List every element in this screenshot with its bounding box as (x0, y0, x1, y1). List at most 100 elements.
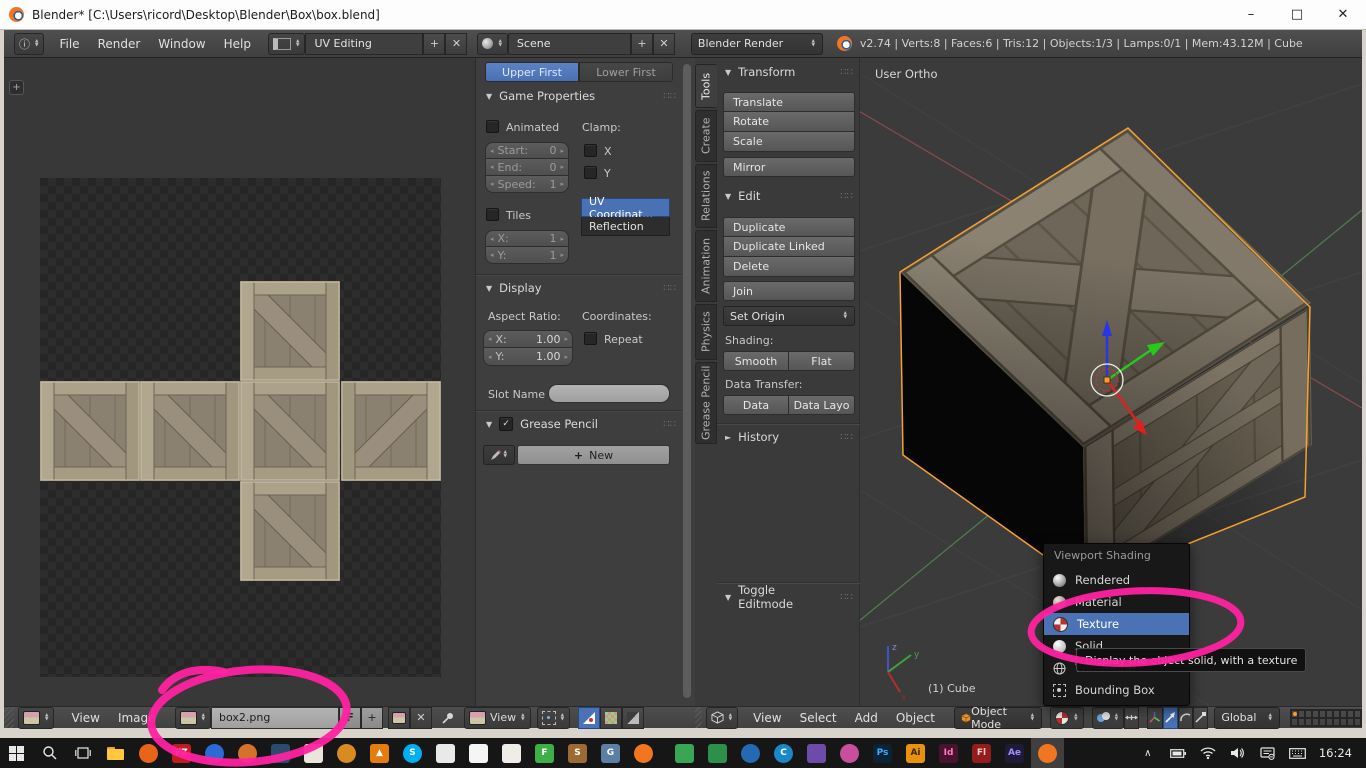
window-type-dropdown[interactable]: ⓘ ▲▼ (14, 33, 44, 55)
taskbar-app-icon[interactable] (429, 738, 462, 768)
fake-user-button[interactable]: F (339, 707, 361, 729)
search-button[interactable] (33, 738, 66, 768)
taskbar-app-icon[interactable]: F (528, 738, 561, 768)
set-origin-dropdown[interactable]: Set Origin ▲▼ (723, 306, 855, 326)
join-button[interactable]: Join (723, 281, 855, 301)
region-grip[interactable] (4, 707, 14, 728)
taskbar-app-icon[interactable] (701, 738, 734, 768)
repeat-checkbox[interactable] (584, 332, 597, 345)
panel-drag-handle-icon[interactable]: ∷∷ (840, 592, 853, 603)
aspect-y-field[interactable]: Y:1.00 (483, 348, 573, 366)
taskbar-app-icon[interactable]: Ai (899, 738, 932, 768)
panel-drag-handle-icon[interactable]: ∷∷ (663, 419, 676, 430)
duplicate-linked-button[interactable]: Duplicate Linked (723, 237, 855, 257)
slot-name-input[interactable] (548, 384, 670, 403)
menu-item-texture[interactable]: Texture (1044, 613, 1189, 635)
draw-channel-alpha-toggle[interactable] (600, 707, 622, 729)
region-grip[interactable] (695, 707, 702, 728)
unlink-image-button[interactable]: ✕ (410, 707, 432, 729)
redo-panel-header[interactable]: ▼ Toggle Editmode ∷∷ (725, 589, 853, 605)
touch-keyboard-icon[interactable] (1283, 738, 1313, 768)
data-layout-button[interactable]: Data Layo (789, 395, 855, 415)
clamp-x-checkbox[interactable] (584, 144, 597, 157)
duplicate-button[interactable]: Duplicate (723, 217, 855, 237)
volume-icon[interactable] (1223, 738, 1253, 768)
sidebar-scrollbar-track[interactable] (683, 64, 691, 698)
scale-manipulator-button[interactable] (1193, 707, 1208, 729)
translate-button[interactable]: Translate (723, 92, 855, 112)
taskbar-app-icon[interactable] (132, 738, 165, 768)
order-lower-first-button[interactable]: Lower First (579, 62, 673, 82)
start-button[interactable] (0, 738, 33, 768)
delete-screen-button[interactable]: ✕ (445, 33, 467, 55)
scale-button[interactable]: Scale (723, 132, 855, 152)
taskbar-app-icon[interactable] (462, 738, 495, 768)
shade-smooth-button[interactable]: Smooth (723, 351, 789, 371)
taskbar-app-icon[interactable] (330, 738, 363, 768)
taskbar-app-icon[interactable] (668, 738, 701, 768)
vp-menu-add[interactable]: Add (846, 711, 887, 725)
minimize-button[interactable]: – (1228, 0, 1274, 29)
animated-checkbox[interactable] (486, 120, 499, 133)
draw-channel-zbuffer-toggle[interactable] (622, 707, 644, 729)
mirror-button[interactable]: Mirror (723, 157, 855, 177)
taskbar-app-icon[interactable]: Ps (866, 738, 899, 768)
manipulator-axes-button[interactable] (1147, 707, 1162, 729)
tab-relations[interactable]: Relations (695, 164, 717, 228)
collapse-triangle-icon[interactable]: ▼ (486, 284, 492, 293)
collapse-triangle-icon[interactable]: ▼ (486, 92, 492, 101)
vp-menu-select[interactable]: Select (791, 711, 846, 725)
collapse-triangle-icon[interactable]: ▼ (725, 68, 731, 77)
taskbar-app-icon[interactable] (198, 738, 231, 768)
scene-icon-dropdown[interactable]: ▲▼ (477, 33, 507, 55)
pin-button[interactable] (438, 708, 458, 728)
screen-name-field[interactable]: UV Editing (305, 33, 423, 55)
tab-physics[interactable]: Physics (695, 304, 717, 360)
uv-menu-view[interactable]: View (62, 711, 108, 725)
pack-image-button[interactable] (388, 707, 410, 729)
menu-render[interactable]: Render (89, 37, 150, 51)
taskbar-app-icon[interactable] (297, 738, 330, 768)
editor-type-dropdown[interactable]: ▲▼ (18, 707, 54, 729)
add-scene-button[interactable]: + (631, 33, 653, 55)
vp-menu-object[interactable]: Object (887, 711, 944, 725)
translate-manipulator-button[interactable] (1163, 707, 1178, 729)
editor-type-dropdown[interactable]: ▲▼ (706, 707, 738, 729)
menu-item-bounding-box[interactable]: Bounding Box (1044, 679, 1189, 701)
maximize-button[interactable]: □ (1274, 0, 1320, 29)
tab-tools[interactable]: Tools (695, 64, 717, 108)
transform-panel-header[interactable]: ▼ Transform ∷∷ (725, 64, 853, 80)
aspect-x-field[interactable]: X:1.00 (483, 330, 573, 348)
action-center-icon[interactable] (1253, 738, 1283, 768)
taskbar-app-icon[interactable]: C (767, 738, 800, 768)
collapse-triangle-icon[interactable]: ▼ (725, 192, 731, 201)
menu-item-material[interactable]: Material (1044, 591, 1189, 613)
file-explorer-button[interactable] (99, 738, 132, 768)
mapping-uv-option[interactable]: UV Coordinat... (581, 198, 670, 217)
shade-flat-button[interactable]: Flat (789, 351, 855, 371)
region-expand-button[interactable]: + (9, 80, 24, 95)
panel-drag-handle-icon[interactable]: ∷∷ (663, 91, 676, 102)
display-panel-header[interactable]: ▼ Display ∷∷ (486, 280, 676, 296)
collapse-triangle-icon[interactable]: ▼ (725, 593, 731, 602)
expand-triangle-icon[interactable]: ► (725, 433, 731, 442)
tray-chevron-up-icon[interactable]: ∧ (1133, 738, 1163, 768)
menu-file[interactable]: File (50, 37, 88, 51)
tab-create[interactable]: Create (695, 110, 717, 162)
taskbar-app-icon[interactable]: FZ (165, 738, 198, 768)
grease-pencil-checkbox[interactable]: ✓ (499, 417, 513, 431)
history-panel-header[interactable]: ► History ∷∷ (725, 429, 853, 445)
close-button[interactable]: ✕ (1320, 0, 1366, 29)
mapping-reflection-option[interactable]: Reflection (581, 217, 670, 236)
tab-animation[interactable]: Animation (695, 230, 717, 302)
taskbar-app-icon[interactable] (734, 738, 767, 768)
task-view-button[interactable] (66, 738, 99, 768)
uv-menu-image[interactable]: Image (109, 711, 165, 725)
transform-orientation-dropdown[interactable]: Global ▲▼ (1214, 707, 1280, 729)
collapse-triangle-icon[interactable]: ▼ (486, 420, 492, 429)
taskbar-app-icon[interactable] (833, 738, 866, 768)
pivot-point-dropdown[interactable]: ▲▼ (1092, 707, 1124, 729)
grease-pencil-panel-header[interactable]: ▼ ✓ Grease Pencil ∷∷ (486, 416, 676, 432)
image-browse-dropdown[interactable]: ▲▼ (175, 707, 211, 729)
taskbar-app-icon[interactable]: Ae (998, 738, 1031, 768)
